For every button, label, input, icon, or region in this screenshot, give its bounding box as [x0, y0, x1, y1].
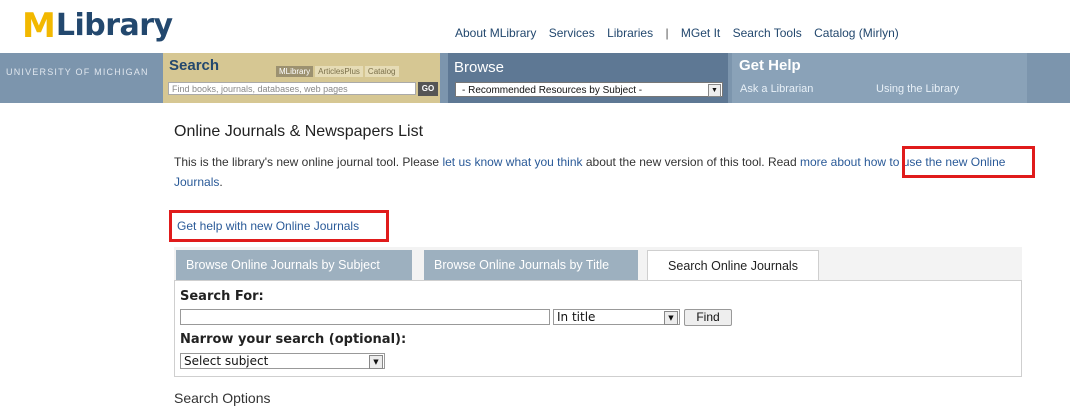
- browse-select-value: - Recommended Resources by Subject -: [462, 85, 643, 96]
- search-tab-mlibrary[interactable]: MLibrary: [276, 66, 314, 77]
- logo-m: M: [22, 6, 56, 46]
- browse-subject-select[interactable]: - Recommended Resources by Subject - ▼: [455, 82, 723, 97]
- help-title: Get Help: [739, 57, 801, 74]
- top-link-libraries[interactable]: Libraries: [607, 26, 653, 40]
- highlight-box-more-about: [902, 146, 1035, 178]
- top-link-about[interactable]: About MLibrary: [455, 26, 536, 40]
- ask-librarian-link[interactable]: Ask a Librarian: [740, 83, 813, 95]
- search-title: Search: [169, 57, 220, 74]
- highlight-box-get-help: [169, 210, 389, 242]
- get-help-panel: Get Help Ask a Librarian Using the Libra…: [732, 53, 1027, 103]
- main-nav-bar: UNIVERSITY OF MICHIGAN Search MLibrary A…: [0, 53, 1070, 103]
- tab-search-online-journals[interactable]: Search Online Journals: [647, 250, 819, 280]
- search-scope-select[interactable]: In title ▼: [553, 309, 680, 325]
- umich-wordmark[interactable]: UNIVERSITY OF MICHIGAN: [6, 67, 149, 77]
- chevron-down-icon[interactable]: ▼: [708, 84, 721, 97]
- top-nav-separator: |: [665, 26, 669, 40]
- top-nav: About MLibrary Services Libraries | MGet…: [455, 26, 908, 40]
- search-scope-tabs: MLibrary ArticlesPlus Catalog: [274, 66, 399, 77]
- search-journals-panel: Search For: In title ▼ Find Narrow your …: [174, 280, 1022, 377]
- mlibrary-logo[interactable]: M Library: [22, 6, 173, 46]
- journal-tabs: Browse Online Journals by Subject Browse…: [174, 247, 1022, 280]
- go-button[interactable]: GO: [418, 82, 438, 96]
- logo-library: Library: [55, 8, 173, 43]
- top-link-mget-it[interactable]: MGet It: [681, 26, 720, 40]
- chevron-down-icon[interactable]: ▼: [664, 311, 678, 325]
- top-link-search-tools[interactable]: Search Tools: [733, 26, 802, 40]
- browse-title: Browse: [454, 59, 505, 76]
- search-options-heading: Search Options: [174, 390, 271, 406]
- browse-panel: Browse - Recommended Resources by Subjec…: [448, 53, 728, 103]
- search-tab-catalog[interactable]: Catalog: [364, 66, 399, 77]
- subject-select-value: Select subject: [184, 354, 269, 368]
- scope-select-value: In title: [557, 310, 596, 324]
- feedback-link[interactable]: let us know what you think: [442, 155, 582, 169]
- chevron-down-icon[interactable]: ▼: [369, 355, 383, 369]
- search-tab-articlesplus[interactable]: ArticlesPlus: [315, 66, 363, 77]
- tab-browse-by-subject[interactable]: Browse Online Journals by Subject: [176, 250, 412, 280]
- search-panel: Search MLibrary ArticlesPlus Catalog Fin…: [163, 53, 440, 103]
- narrow-search-label: Narrow your search (optional):: [180, 332, 407, 347]
- top-link-catalog[interactable]: Catalog (Mirlyn): [814, 26, 899, 40]
- intro-text-1: This is the library's new online journal…: [174, 155, 443, 169]
- tab-browse-by-title[interactable]: Browse Online Journals by Title: [424, 250, 638, 280]
- intro-text-3: .: [219, 175, 223, 189]
- top-link-services[interactable]: Services: [549, 26, 595, 40]
- site-search-input[interactable]: Find books, journals, databases, web pag…: [168, 82, 416, 95]
- search-for-label: Search For:: [180, 289, 264, 304]
- intro-text-2: about the new version of this tool. Read: [582, 155, 800, 169]
- journal-search-input[interactable]: [180, 309, 550, 325]
- using-library-link[interactable]: Using the Library: [876, 83, 959, 95]
- page-title: Online Journals & Newspapers List: [174, 123, 424, 140]
- find-button[interactable]: Find: [684, 309, 732, 326]
- subject-select[interactable]: Select subject ▼: [180, 353, 385, 369]
